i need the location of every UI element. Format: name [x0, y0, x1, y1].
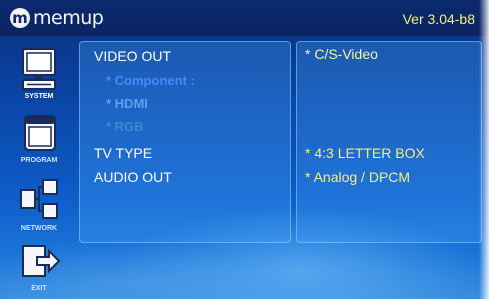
video-out-value: * C/S-Video	[305, 46, 378, 62]
menu-item-audio-out[interactable]: AUDIO OUT	[94, 169, 172, 185]
monitor-icon	[22, 48, 56, 90]
audio-out-value: * Analog / DPCM	[305, 169, 411, 185]
sidebar-item-label: NETWORK	[20, 225, 58, 232]
sidebar-item-label: EXIT	[31, 285, 47, 292]
tv-type-value: * 4:3 LETTER BOX	[305, 145, 425, 161]
sidebar-item-network[interactable]: NETWORK	[0, 176, 78, 232]
network-icon	[20, 179, 58, 219]
top-bar: m memup Ver 3.04-b8	[0, 0, 489, 36]
screen-edge-glare	[479, 0, 489, 299]
logo-mark: m	[10, 8, 30, 28]
sidebar-item-label: PROGRAM	[20, 157, 58, 164]
sidebar-item-label: SYSTEM	[24, 93, 54, 100]
window-icon	[24, 115, 56, 151]
memup-logo: m memup	[10, 7, 104, 29]
version-label: Ver 3.04-b8	[402, 11, 475, 27]
sidebar-item-program[interactable]: PROGRAM	[0, 112, 78, 164]
settings-menu-panel: VIDEO OUT * Component : * HDMI * RGB TV …	[79, 41, 291, 243]
settings-values-panel: * C/S-Video * 4:3 LETTER BOX * Analog / …	[296, 41, 482, 243]
settings-screen: m memup Ver 3.04-b8 SYSTEM PROGRAM NETWO…	[0, 0, 489, 299]
sidebar: SYSTEM PROGRAM NETWORK EXIT	[0, 36, 78, 299]
menu-item-video-out[interactable]: VIDEO OUT	[94, 48, 171, 64]
sidebar-item-exit[interactable]: EXIT	[0, 242, 78, 292]
option-hdmi[interactable]: * HDMI	[106, 96, 148, 111]
sidebar-item-system[interactable]: SYSTEM	[0, 46, 78, 100]
logo-text: memup	[33, 7, 104, 29]
option-component[interactable]: * Component :	[106, 73, 195, 88]
option-rgb[interactable]: * RGB	[106, 119, 144, 134]
menu-item-tv-type[interactable]: TV TYPE	[94, 145, 152, 161]
exit-icon	[22, 245, 61, 277]
